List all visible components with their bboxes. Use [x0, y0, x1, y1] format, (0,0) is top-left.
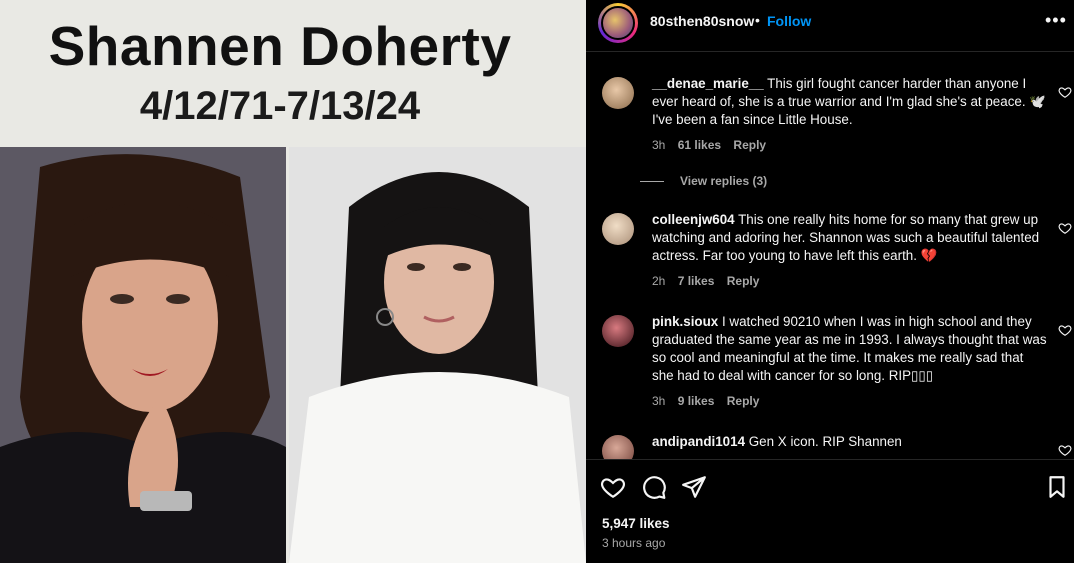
divider-line — [640, 181, 664, 183]
comment-username[interactable]: colleenjw604 — [652, 212, 735, 227]
author-username[interactable]: 80sthen80snow — [650, 13, 754, 29]
comment-likes[interactable]: 9 likes — [678, 394, 715, 408]
share-paper-plane-icon[interactable] — [681, 474, 707, 500]
comment-username[interactable]: __denae_marie__ — [652, 76, 764, 91]
reply-button[interactable]: Reply — [727, 394, 760, 408]
comment-time: 2h — [652, 274, 666, 288]
post-header: 80sthen80snow • Follow ••• — [586, 0, 1074, 52]
post-image[interactable]: Shannen Doherty 4/12/71-7/13/24 — [0, 0, 586, 563]
bookmark-icon[interactable] — [1044, 474, 1070, 500]
heart-icon[interactable] — [1058, 443, 1072, 457]
comment-time: 3h — [652, 394, 666, 408]
post-side-panel: 80sthen80snow • Follow ••• __denae_marie… — [586, 0, 1074, 563]
follow-button[interactable]: Follow — [767, 13, 811, 29]
post-timestamp[interactable]: 3 hours ago — [602, 536, 665, 550]
photo-older — [289, 147, 586, 563]
photo-young — [0, 147, 286, 563]
post-likes-count[interactable]: 5,947 likes — [602, 516, 670, 531]
reply-button[interactable]: Reply — [733, 138, 766, 152]
comment-bubble-icon[interactable] — [641, 474, 667, 500]
comments-list[interactable]: __denae_marie__ This girl fought cancer … — [586, 53, 1074, 459]
comment-avatar[interactable] — [602, 435, 634, 459]
heart-icon[interactable] — [1058, 323, 1072, 337]
post-actions-bar: 5,947 likes 3 hours ago — [586, 459, 1074, 563]
comment-likes[interactable]: 61 likes — [678, 138, 721, 152]
comment-avatar[interactable] — [602, 77, 634, 109]
like-heart-icon[interactable] — [600, 474, 626, 500]
reply-button[interactable]: Reply — [727, 274, 760, 288]
heart-icon[interactable] — [1058, 221, 1072, 235]
comment-avatar[interactable] — [602, 213, 634, 245]
comment-likes[interactable]: 7 likes — [678, 274, 715, 288]
comment-username[interactable]: pink.sioux — [652, 314, 718, 329]
comment-text: Gen X icon. RIP Shannen — [748, 434, 902, 449]
image-title-text: Shannen Doherty — [48, 15, 512, 77]
author-avatar[interactable] — [598, 3, 638, 43]
more-options-icon[interactable]: ••• — [1045, 10, 1069, 30]
comment-time: 3h — [652, 138, 666, 152]
view-replies-button[interactable]: View replies (3) — [640, 174, 767, 188]
heart-icon[interactable] — [1058, 85, 1072, 99]
image-dates-text: 4/12/71-7/13/24 — [139, 84, 421, 128]
comment-avatar[interactable] — [602, 315, 634, 347]
header-separator: • — [755, 12, 760, 28]
comment-username[interactable]: andipandi1014 — [652, 434, 745, 449]
